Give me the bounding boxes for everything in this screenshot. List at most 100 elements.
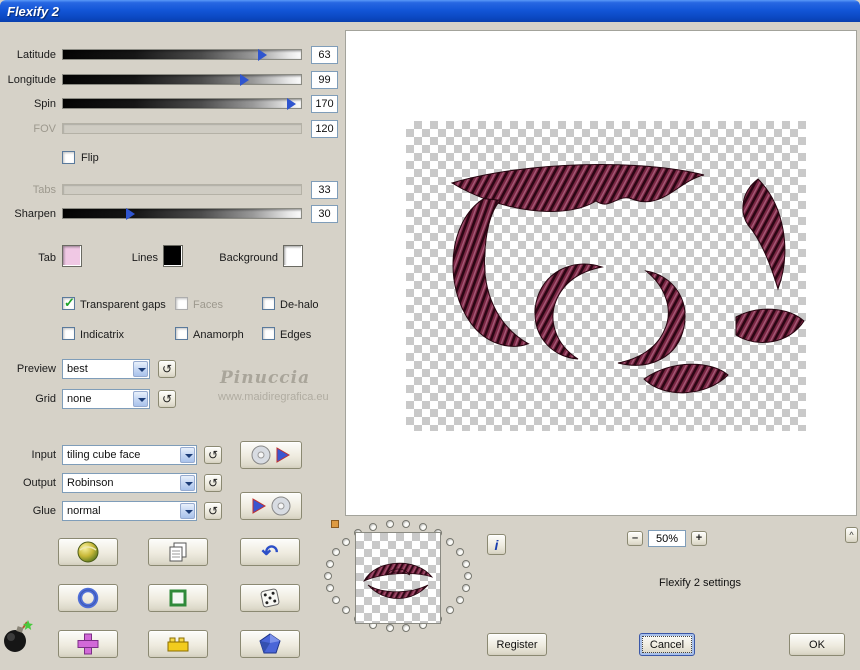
indicatrix-checkbox[interactable]	[62, 327, 75, 340]
watermark-name: Pinuccia	[220, 368, 311, 388]
memory-dot[interactable]	[341, 537, 350, 546]
faces-checkbox	[175, 297, 188, 310]
memory-dot[interactable]	[446, 537, 455, 546]
cycle-icon: ↺	[207, 448, 219, 462]
zoom-out-button[interactable]: –	[627, 531, 643, 546]
tabs-slider	[62, 184, 302, 195]
output-combo-value: Robinson	[67, 477, 114, 489]
tabs-label: Tabs	[32, 184, 56, 196]
sharpen-slider[interactable]	[62, 208, 302, 220]
bomb-button[interactable]	[2, 618, 34, 654]
input-cycle-button[interactable]: ↺	[204, 446, 222, 464]
memory-dot[interactable]	[332, 596, 341, 605]
undo-button[interactable]: ↶	[240, 538, 300, 566]
bomb-icon	[4, 620, 33, 652]
glue-combo-value: normal	[67, 505, 101, 517]
caret-icon: ^	[849, 530, 854, 540]
spin-value[interactable]: 170	[311, 95, 338, 113]
input-combo[interactable]: tiling cube face	[62, 445, 197, 465]
background-swatch-label: Background	[219, 252, 278, 264]
longitude-value[interactable]: 99	[311, 71, 338, 89]
gem-icon	[259, 633, 281, 654]
memory-dot[interactable]	[418, 523, 427, 532]
ring-button[interactable]	[58, 584, 118, 612]
de-halo-checkbox[interactable]	[262, 297, 275, 310]
preview-pane[interactable]	[345, 30, 857, 516]
gem-button[interactable]	[240, 630, 300, 658]
memory-dot[interactable]	[332, 547, 341, 556]
disc-play-icon	[251, 445, 290, 465]
memory-marker	[331, 520, 339, 528]
memory-dot[interactable]	[464, 572, 472, 580]
edges-label: Edges	[280, 329, 312, 341]
preview-cycle-button[interactable]: ↺	[158, 360, 176, 378]
square-icon	[169, 589, 187, 607]
output-combo-label: Output	[22, 477, 56, 489]
glue-cycle-button[interactable]: ↺	[204, 502, 222, 520]
tabs-value[interactable]: 33	[311, 181, 338, 199]
copy-settings-button[interactable]	[148, 538, 208, 566]
cancel-button[interactable]: Cancel	[639, 633, 695, 656]
latitude-slider[interactable]	[62, 49, 302, 61]
lego-button[interactable]	[148, 630, 208, 658]
zoom-level[interactable]: 50%	[648, 530, 686, 547]
memory-dot[interactable]	[326, 559, 335, 568]
cycle-icon: ↺	[207, 476, 219, 490]
tab-color-swatch[interactable]	[62, 245, 82, 267]
status-text: Flexify 2 settings	[659, 577, 741, 589]
transparent-gaps-checkbox[interactable]	[62, 295, 75, 311]
title-bar[interactable]: Flexify 2	[0, 0, 860, 22]
glue-combo[interactable]: normal	[62, 501, 197, 521]
fov-value[interactable]: 120	[311, 120, 338, 138]
plus-icon: +	[695, 532, 703, 544]
zoom-in-button[interactable]: +	[691, 531, 707, 546]
memory-dot[interactable]	[455, 596, 464, 605]
memory-dot[interactable]	[324, 572, 332, 580]
flip-label: Flip	[81, 152, 99, 164]
memory-dot[interactable]	[341, 606, 350, 615]
glass-sphere-button[interactable]	[58, 538, 118, 566]
anamorph-checkbox[interactable]	[175, 327, 188, 340]
memory-dot[interactable]	[455, 547, 464, 556]
memory-dot[interactable]	[446, 606, 455, 615]
info-button[interactable]: i	[487, 534, 506, 555]
longitude-slider[interactable]	[62, 74, 302, 86]
memory-dot[interactable]	[461, 559, 470, 568]
preview-thumbnail[interactable]	[355, 532, 441, 624]
square-button[interactable]	[148, 584, 208, 612]
undo-icon: ↶	[261, 541, 279, 564]
render-preview-button[interactable]	[240, 441, 302, 469]
spin-slider-handle[interactable]	[287, 98, 296, 110]
dropdown-arrow-icon	[133, 391, 148, 407]
dice-button[interactable]	[240, 584, 300, 612]
register-button[interactable]: Register	[487, 633, 547, 656]
spin-slider[interactable]	[62, 98, 302, 110]
ok-button[interactable]: OK	[789, 633, 845, 656]
memory-dot[interactable]	[461, 584, 470, 593]
flip-checkbox[interactable]	[62, 151, 75, 164]
sharpen-value[interactable]: 30	[311, 205, 338, 223]
latitude-value[interactable]: 63	[311, 46, 338, 64]
grid-combo[interactable]: none	[62, 389, 150, 409]
output-cycle-button[interactable]: ↺	[204, 474, 222, 492]
memory-dot[interactable]	[402, 520, 411, 529]
fov-slider	[62, 123, 302, 134]
background-color-swatch[interactable]	[283, 245, 303, 267]
sharpen-slider-handle[interactable]	[126, 208, 135, 220]
plus-tile-button[interactable]	[58, 630, 118, 658]
latitude-slider-handle[interactable]	[258, 49, 267, 61]
grid-cycle-button[interactable]: ↺	[158, 390, 176, 408]
lines-color-swatch[interactable]	[163, 245, 183, 267]
longitude-slider-handle[interactable]	[240, 74, 249, 86]
fov-label: FOV	[33, 123, 56, 135]
collapse-button[interactable]: ^	[845, 527, 858, 543]
tab-swatch-label: Tab	[38, 252, 56, 264]
transparent-gaps-label: Transparent gaps	[80, 299, 166, 311]
play-disc-button[interactable]	[240, 492, 302, 520]
memory-dot[interactable]	[385, 520, 394, 529]
memory-dot[interactable]	[326, 584, 335, 593]
preview-combo[interactable]: best	[62, 359, 150, 379]
memory-dot[interactable]	[369, 523, 378, 532]
output-combo[interactable]: Robinson	[62, 473, 197, 493]
edges-checkbox[interactable]	[262, 327, 275, 340]
